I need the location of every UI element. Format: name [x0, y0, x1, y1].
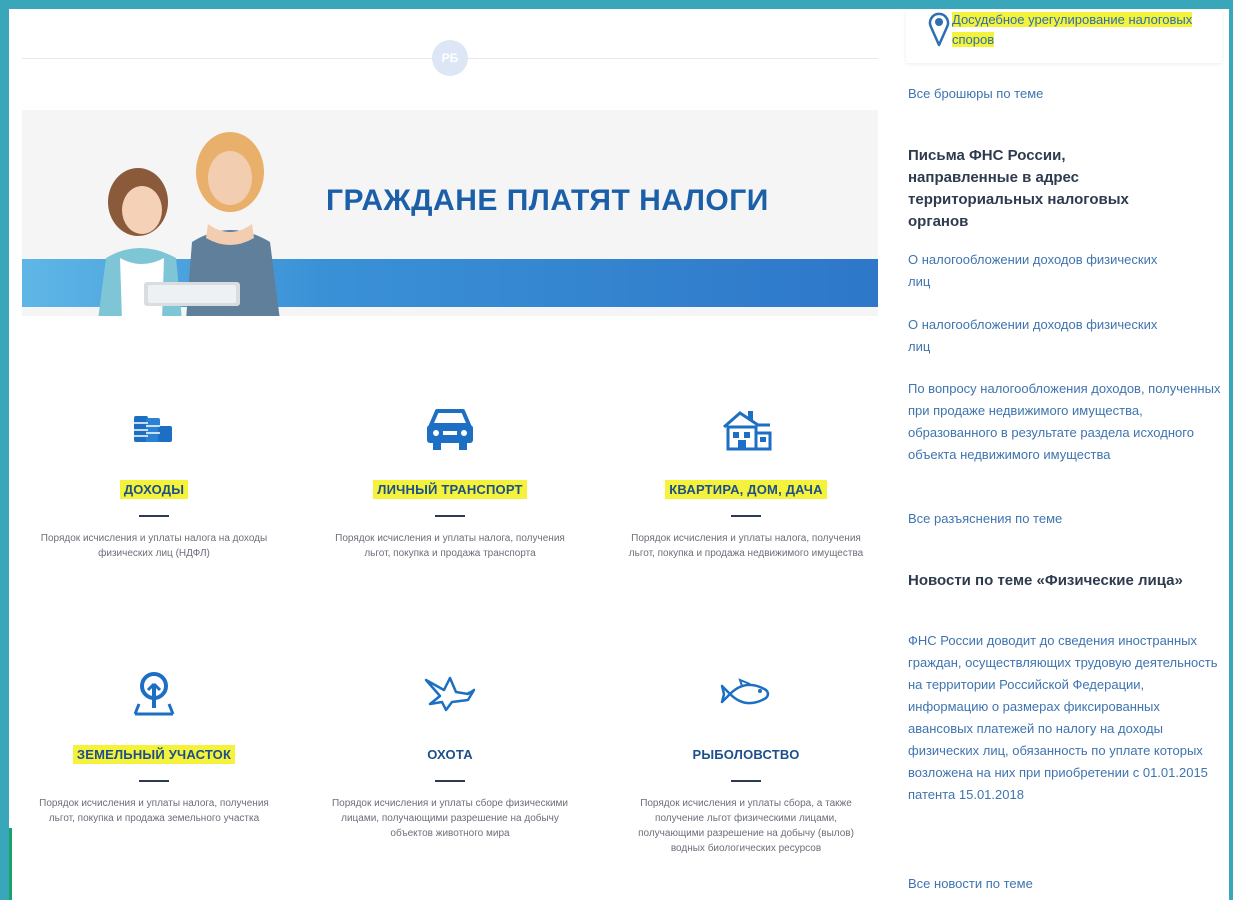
- letter-link[interactable]: О налогообложении доходов физических лиц: [908, 249, 1158, 293]
- category-description: Порядок исчисления и уплаты сбора, а так…: [638, 798, 854, 854]
- fish-icon: [720, 678, 770, 705]
- category-real-estate[interactable]: КВАРТИРА, ДОМ, ДАЧА Порядок исчисления и…: [621, 404, 871, 561]
- bird-icon: [424, 676, 476, 712]
- map-pin-icon: [928, 12, 950, 47]
- brochure-card[interactable]: Досудебное урегулирование налоговых спор…: [906, 9, 1222, 63]
- top-badge-icon: РБ: [432, 40, 468, 76]
- all-brochures-link[interactable]: Все брошюры по теме: [908, 83, 1043, 105]
- people-illustration-icon: [98, 132, 280, 316]
- news-item[interactable]: ФНС России доводит до сведения иностранн…: [908, 630, 1226, 806]
- all-news-link[interactable]: Все новости по теме: [908, 873, 1033, 895]
- news-text: ФНС России доводит до сведения иностранн…: [908, 633, 1218, 802]
- category-hunting[interactable]: ОХОТА Порядок исчисления и уплаты сборе …: [325, 669, 575, 841]
- category-title[interactable]: ЗЕМЕЛЬНЫЙ УЧАСТОК: [72, 745, 236, 764]
- category-title[interactable]: ДОХОДЫ: [119, 480, 189, 499]
- category-transport[interactable]: ЛИЧНЫЙ ТРАНСПОРТ Порядок исчисления и уп…: [325, 404, 575, 561]
- category-title[interactable]: ЛИЧНЫЙ ТРАНСПОРТ: [373, 480, 527, 499]
- category-title[interactable]: ОХОТА: [423, 745, 477, 764]
- category-title[interactable]: КВАРТИРА, ДОМ, ДАЧА: [665, 480, 827, 499]
- category-description: Порядок исчисления и уплаты налога, полу…: [335, 533, 565, 559]
- main-content: РБ ГРАЖДАНЕ ПЛАТЯТ НАЛОГИ ДОХОДЫ Порядок…: [22, 9, 878, 900]
- divider: [139, 780, 169, 782]
- category-description: Порядок исчисления и уплаты сборе физиче…: [331, 798, 568, 839]
- category-title[interactable]: РЫБОЛОВСТВО: [688, 745, 803, 764]
- letters-heading: Письма ФНС России, направленные в адрес …: [908, 147, 1129, 230]
- category-fishing[interactable]: РЫБОЛОВСТВО Порядок исчисления и уплаты …: [621, 669, 871, 856]
- category-income[interactable]: ДОХОДЫ Порядок исчисления и уплаты налог…: [29, 404, 279, 561]
- category-description: Порядок исчисления и уплаты налога на до…: [40, 533, 268, 559]
- brochure-link[interactable]: Досудебное урегулирование налоговых спор…: [952, 10, 1222, 50]
- divider: [139, 515, 169, 517]
- all-explanations-link[interactable]: Все разъяснения по теме: [908, 508, 1062, 530]
- sidebar: Досудебное урегулирование налоговых спор…: [906, 9, 1226, 900]
- divider: [435, 515, 465, 517]
- news-date: 15.01.2018: [958, 787, 1024, 802]
- divider: [731, 780, 761, 782]
- letter-link[interactable]: О налогообложении доходов физических лиц: [908, 314, 1158, 358]
- corner-accent: [0, 828, 12, 900]
- land-plot-icon: [133, 672, 175, 716]
- category-description: Порядок исчисления и уплаты налога, полу…: [39, 798, 269, 824]
- divider: [435, 780, 465, 782]
- news-heading: Новости по теме «Физические лица»: [908, 572, 1183, 589]
- divider: [731, 515, 761, 517]
- hero-banner: ГРАЖДАНЕ ПЛАТЯТ НАЛОГИ: [22, 110, 878, 316]
- house-icon: [723, 411, 772, 451]
- car-icon: [427, 409, 473, 450]
- category-description: Порядок исчисления и уплаты налога, полу…: [628, 533, 864, 559]
- coins-icon: [134, 416, 172, 442]
- letter-link[interactable]: По вопросу налогообложения доходов, полу…: [908, 378, 1230, 466]
- banner-title: ГРАЖДАНЕ ПЛАТЯТ НАЛОГИ: [326, 184, 769, 217]
- category-land[interactable]: ЗЕМЕЛЬНЫЙ УЧАСТОК Порядок исчисления и у…: [29, 669, 279, 826]
